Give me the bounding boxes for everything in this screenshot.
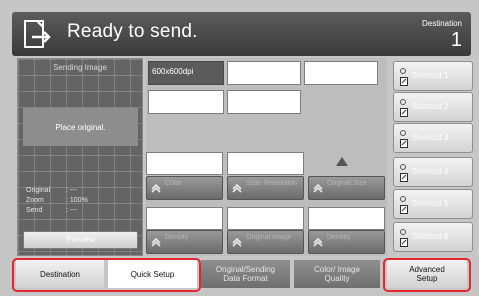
original-size-button[interactable]: Original Size bbox=[308, 176, 385, 200]
radio-icon bbox=[400, 229, 406, 235]
place-original-text: Place original. bbox=[55, 122, 106, 132]
send-screen: Ready to send. Destination 1 Sending Ima… bbox=[0, 0, 479, 296]
document-icon bbox=[400, 77, 408, 86]
function-label: Density bbox=[165, 234, 189, 241]
preview-button[interactable]: Preview bbox=[23, 231, 138, 249]
function-label: Color bbox=[165, 180, 182, 187]
original-image-button[interactable]: Original Image bbox=[227, 230, 304, 254]
summary-slot bbox=[227, 61, 301, 85]
color-button[interactable]: Color bbox=[146, 176, 223, 200]
document-icon bbox=[400, 139, 408, 148]
summary-slot bbox=[227, 90, 301, 114]
chevron-up-icon bbox=[313, 237, 323, 247]
scroll-up-icon[interactable] bbox=[336, 157, 348, 166]
radio-icon bbox=[400, 130, 406, 136]
radio-icon bbox=[400, 164, 406, 170]
scan-resolution-button[interactable]: Scan Resolution bbox=[227, 176, 304, 200]
shortcut-label: Shortcut 6 bbox=[412, 232, 449, 241]
preview-panel: Sending Image Place original. Original :… bbox=[17, 58, 143, 256]
shortcut-button-3[interactable]: Shortcut 3 bbox=[393, 123, 473, 153]
info-key: Zoom bbox=[26, 197, 44, 204]
function-key-top bbox=[146, 152, 223, 175]
function-key-top bbox=[227, 152, 304, 175]
send-icon bbox=[24, 20, 51, 48]
destination-count: 1 bbox=[450, 29, 462, 51]
chevron-up-icon bbox=[232, 183, 242, 193]
tab-advanced-setup[interactable]: Advanced Setup bbox=[387, 260, 467, 288]
radio-icon bbox=[400, 196, 406, 202]
info-value: : 100% bbox=[66, 197, 88, 204]
document-icon bbox=[400, 205, 408, 214]
shortcut-label: Shortcut 5 bbox=[412, 199, 449, 208]
preview-info: Original : --- Zoom : 100% Send : --- bbox=[26, 186, 116, 216]
shortcut-button-6[interactable]: Shortcut 6 bbox=[393, 222, 473, 252]
function-label: Original Size bbox=[327, 180, 367, 187]
destination-count-label: Destination bbox=[421, 19, 462, 28]
function-key-top bbox=[146, 207, 223, 230]
function-label: Density bbox=[327, 234, 351, 241]
preview-title: Sending Image bbox=[53, 63, 107, 72]
status-title: Ready to send. bbox=[67, 21, 198, 42]
shortcut-label: Shortcut 3 bbox=[412, 133, 449, 142]
info-row-original: Original : --- bbox=[26, 186, 116, 196]
shortcut-button-2[interactable]: Shortcut 2 bbox=[393, 92, 473, 122]
chevron-up-icon bbox=[151, 183, 161, 193]
info-value: : --- bbox=[66, 207, 77, 214]
shortcut-button-4[interactable]: Shortcut 4 bbox=[393, 157, 473, 187]
shortcut-label: Shortcut 1 bbox=[412, 71, 449, 80]
tab-label: Quick Setup bbox=[130, 269, 175, 279]
tab-original-sending-data-format[interactable]: Original/Sending Data Format bbox=[201, 260, 290, 288]
info-key: Send bbox=[26, 207, 43, 214]
chevron-up-icon bbox=[151, 237, 161, 247]
info-row-zoom: Zoom : 100% bbox=[26, 196, 116, 206]
function-label: Original Image bbox=[246, 234, 292, 241]
function-key-top bbox=[308, 207, 385, 230]
shortcut-button-1[interactable]: Shortcut 1 bbox=[393, 61, 473, 91]
document-icon bbox=[400, 108, 408, 117]
function-label: Scan Resolution bbox=[246, 180, 297, 187]
chevron-up-icon bbox=[232, 237, 242, 247]
radio-icon bbox=[400, 99, 406, 105]
shortcut-button-5[interactable]: Shortcut 5 bbox=[393, 189, 473, 219]
status-header: Ready to send. Destination 1 bbox=[12, 12, 471, 56]
resolution-summary: 600x600dpi bbox=[148, 61, 224, 85]
info-value: : --- bbox=[66, 187, 77, 194]
tab-label: Advanced Setup bbox=[409, 265, 445, 283]
info-key: Original bbox=[26, 187, 51, 194]
density-button-2[interactable]: Density bbox=[308, 230, 385, 254]
info-row-send: Send : --- bbox=[26, 206, 116, 216]
document-icon bbox=[400, 238, 408, 247]
resolution-summary-text: 600x600dpi bbox=[152, 67, 194, 76]
document-icon bbox=[400, 173, 408, 182]
tab-label: Original/Sending Data Format bbox=[215, 265, 276, 283]
chevron-up-icon bbox=[313, 183, 323, 193]
tab-quick-setup[interactable]: Quick Setup bbox=[108, 260, 197, 288]
place-original-box: Place original. bbox=[23, 108, 138, 146]
tab-label: Destination bbox=[39, 269, 81, 279]
tab-bar: Destination Quick Setup Original/Sending… bbox=[12, 258, 471, 292]
shortcut-label: Shortcut 2 bbox=[412, 102, 449, 111]
summary-slot bbox=[148, 90, 224, 114]
summary-slot bbox=[304, 61, 378, 85]
radio-icon bbox=[400, 68, 406, 74]
tab-destination[interactable]: Destination bbox=[16, 260, 104, 288]
tab-color-image-quality[interactable]: Color/ Image Quality bbox=[294, 260, 380, 288]
function-key-top bbox=[227, 207, 304, 230]
shortcut-label: Shortcut 4 bbox=[412, 167, 449, 176]
tab-label: Color/ Image Quality bbox=[314, 265, 360, 283]
density-button[interactable]: Density bbox=[146, 230, 223, 254]
